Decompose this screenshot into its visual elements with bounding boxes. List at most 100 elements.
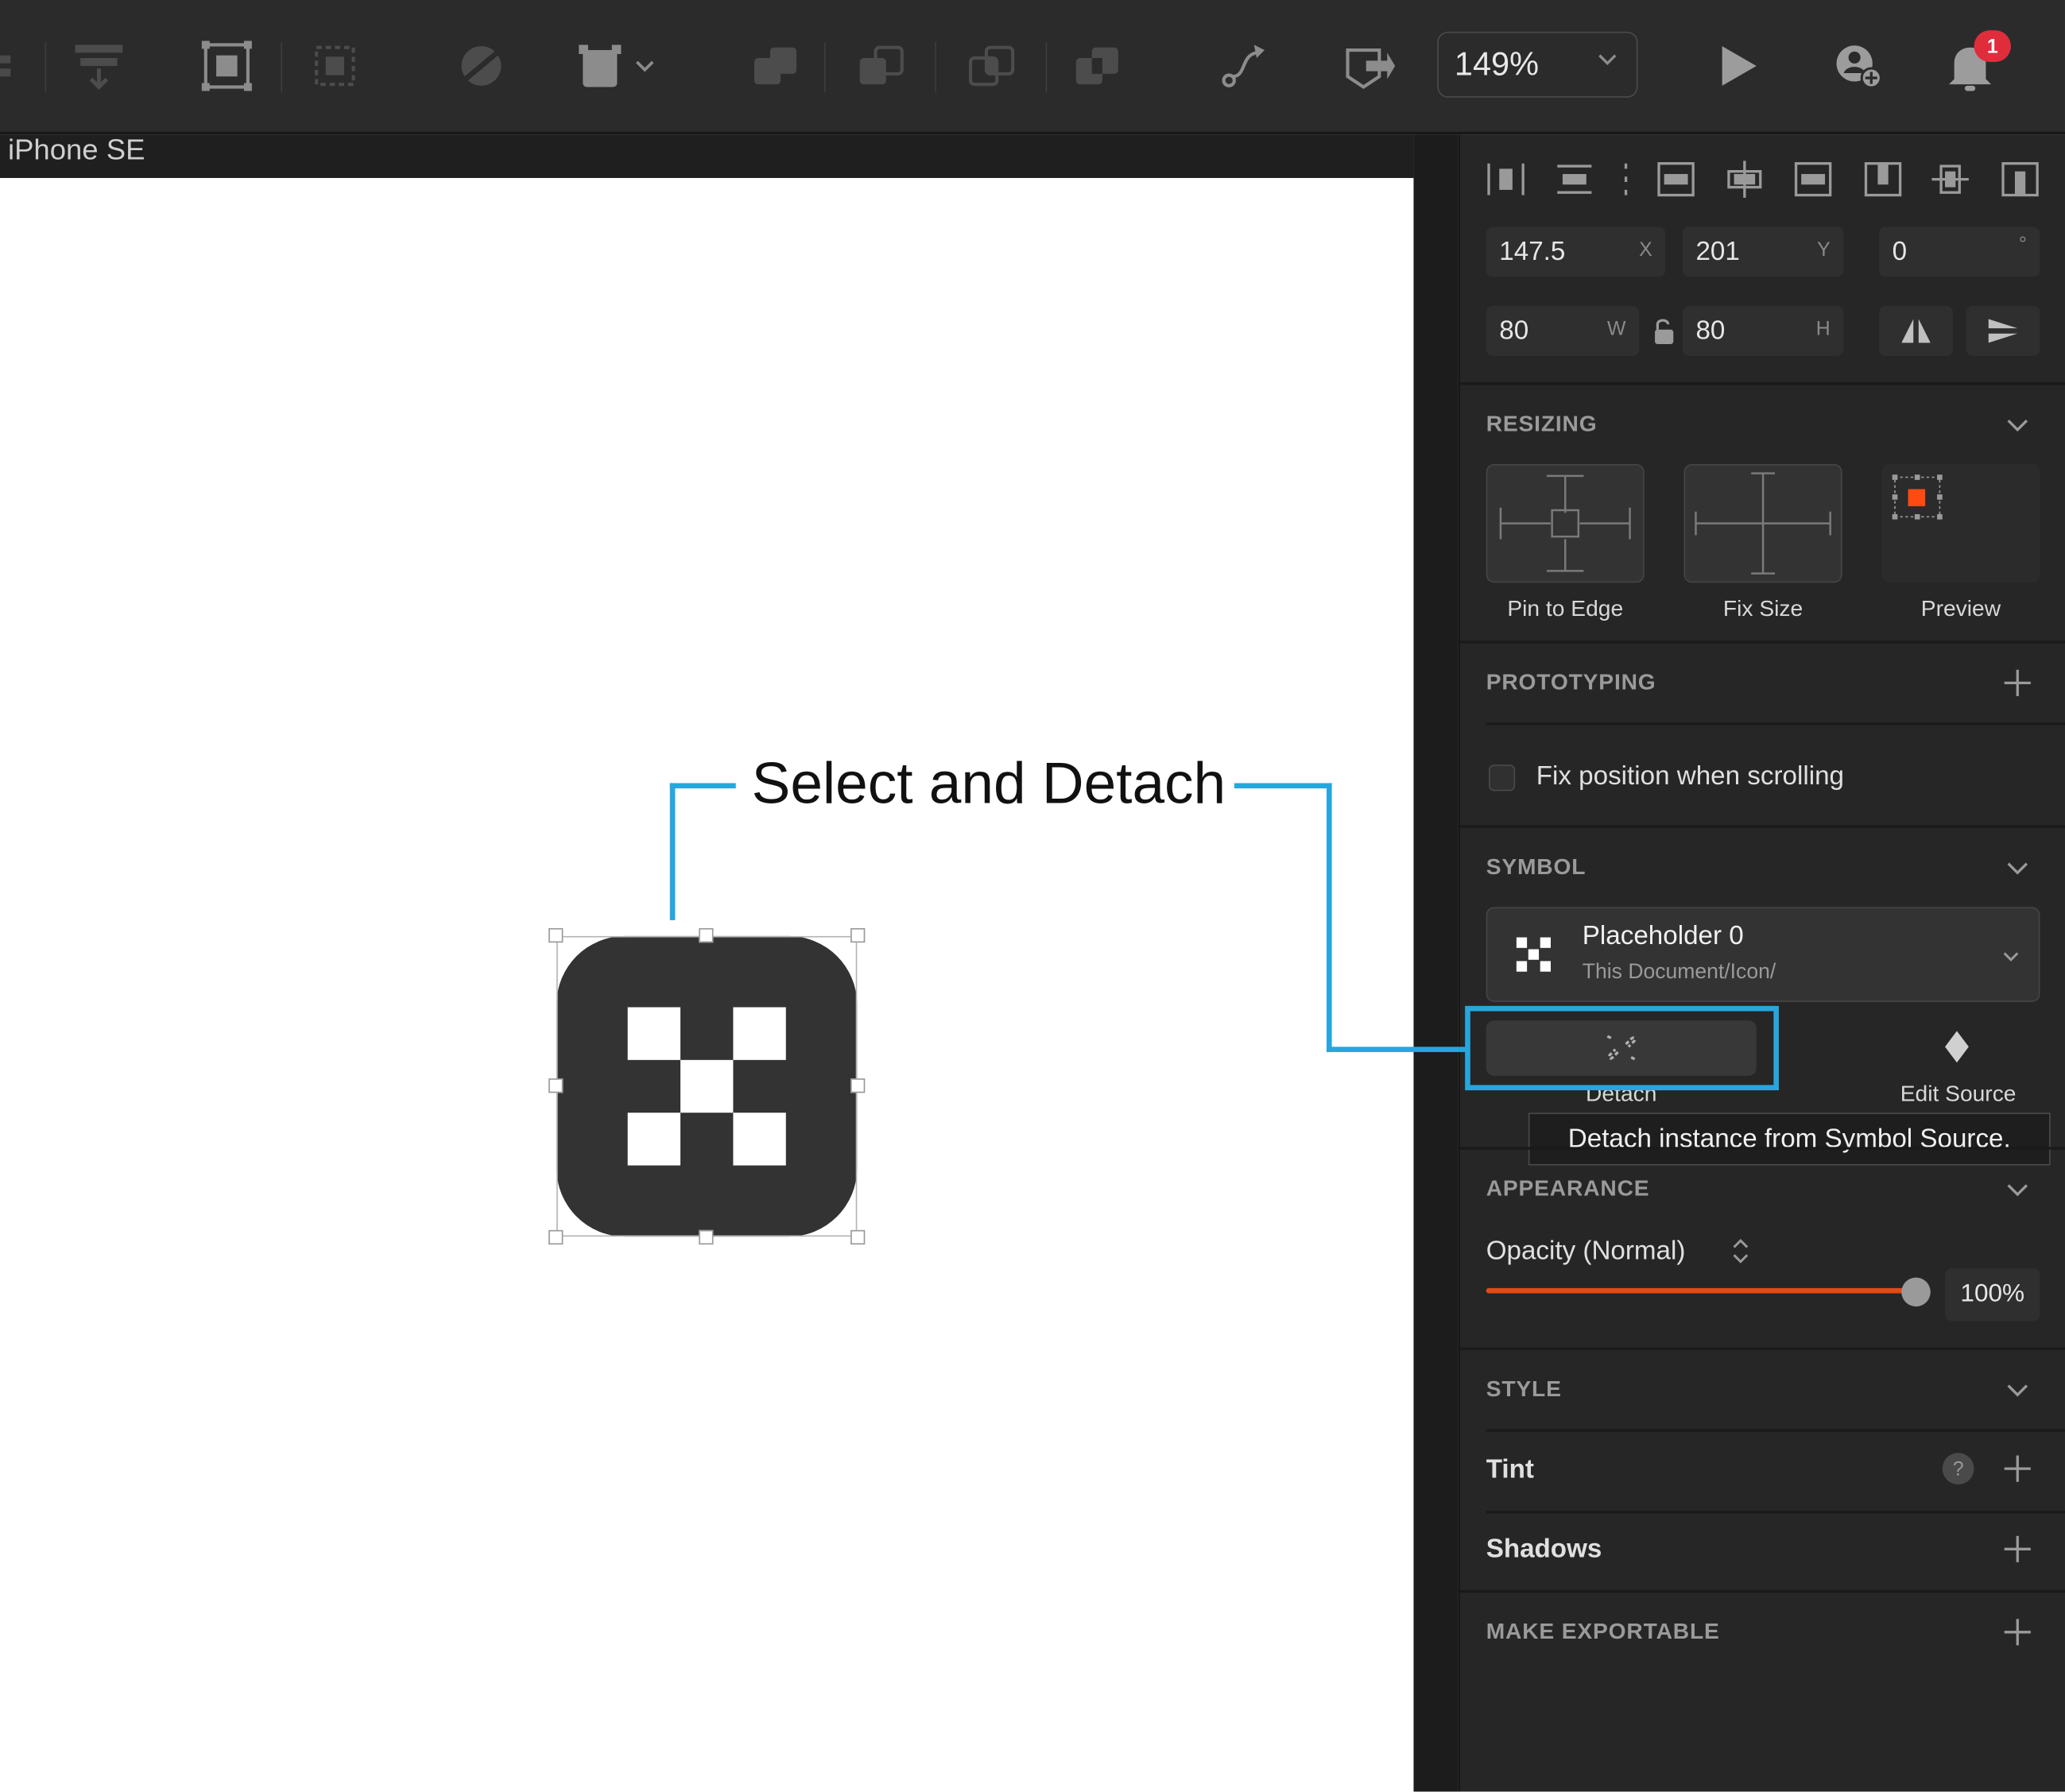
transform-icon[interactable] bbox=[575, 40, 627, 92]
group-icon[interactable] bbox=[200, 40, 253, 92]
callout-line bbox=[1326, 1047, 1466, 1052]
intersect-icon[interactable] bbox=[965, 40, 1017, 92]
subtract-icon[interactable] bbox=[854, 40, 907, 92]
appearance-collapse-button[interactable] bbox=[2003, 1175, 2032, 1203]
rotation-field[interactable]: 0 ° bbox=[1879, 226, 2040, 277]
callout-line bbox=[669, 783, 736, 789]
inspector-panel: 147.5 X 201 Y 0 ° 80 W 80 H RESIZING Pin… bbox=[1458, 134, 2065, 1792]
resize-handle[interactable] bbox=[850, 1078, 866, 1093]
y-value: 201 bbox=[1695, 236, 1740, 266]
artboard-label[interactable]: iPhone SE bbox=[8, 134, 145, 166]
difference-icon[interactable] bbox=[1071, 40, 1123, 92]
resize-handle[interactable] bbox=[699, 1229, 714, 1245]
style-collapse-button[interactable] bbox=[2003, 1375, 2032, 1403]
toolbar-divider bbox=[823, 42, 826, 93]
lock-icon[interactable] bbox=[1649, 316, 1678, 348]
callout-text: Select and Detach bbox=[751, 751, 1226, 816]
export-section-title: MAKE EXPORTABLE bbox=[1486, 1619, 1720, 1644]
alignment-toolbar[interactable] bbox=[1483, 158, 2050, 200]
zoom-dropdown[interactable]: 149% bbox=[1437, 31, 1638, 98]
fix-position-label: Fix position when scrolling bbox=[1536, 761, 1845, 791]
blend-mode-stepper-icon[interactable] bbox=[1731, 1237, 1749, 1265]
symbol-diamond-icon bbox=[1945, 1031, 1969, 1063]
appearance-section-title: APPEARANCE bbox=[1486, 1175, 1650, 1202]
prototyping-add-button[interactable] bbox=[2003, 668, 2032, 697]
zoom-value: 149% bbox=[1454, 45, 1539, 83]
fix-size-button[interactable] bbox=[1683, 463, 1842, 583]
align-distribute-icon[interactable] bbox=[72, 40, 125, 92]
edit-source-button[interactable] bbox=[1881, 1028, 2032, 1070]
plus-icon bbox=[2004, 1455, 2031, 1482]
fix-position-checkbox[interactable] bbox=[1489, 764, 1516, 791]
resize-handle[interactable] bbox=[548, 927, 564, 943]
resizing-preview-icon bbox=[1892, 474, 1943, 520]
plus-icon bbox=[2004, 1535, 2031, 1562]
opacity-slider-track[interactable] bbox=[1486, 1287, 1916, 1294]
toolbar-divider bbox=[45, 42, 47, 93]
pin-to-edge-icon bbox=[1499, 474, 1631, 572]
opacity-label[interactable]: Opacity (Normal) bbox=[1486, 1237, 1686, 1267]
resize-handle[interactable] bbox=[548, 1078, 564, 1093]
width-value: 80 bbox=[1499, 315, 1529, 345]
chevron-down-icon[interactable] bbox=[629, 40, 661, 92]
checker-placeholder-icon bbox=[1516, 937, 1551, 972]
edit-source-label: Edit Source bbox=[1900, 1081, 2017, 1106]
toolbar: 149% 1 bbox=[0, 0, 2065, 135]
chevron-down-icon bbox=[2007, 420, 2028, 432]
flip-vertical-icon bbox=[1988, 319, 2018, 343]
callout-line bbox=[669, 783, 676, 920]
mask-icon[interactable] bbox=[455, 40, 507, 92]
symbol-section-title: SYMBOL bbox=[1486, 854, 1587, 880]
canvas-pasteboard bbox=[1413, 134, 1459, 1792]
prototyping-section-title: PROTOTYPING bbox=[1486, 669, 1656, 695]
help-icon[interactable]: ? bbox=[1942, 1453, 1974, 1485]
app-window: 149% 1 iPhone SE 147.5 X 201 Y 0 ° 80 W … bbox=[0, 0, 2065, 1792]
height-field[interactable]: 80 H bbox=[1682, 305, 1844, 356]
section-divider bbox=[1459, 382, 2065, 385]
section-divider bbox=[1486, 1511, 2065, 1514]
y-unit-label: Y bbox=[1817, 238, 1831, 261]
resize-handle[interactable] bbox=[548, 1229, 564, 1245]
chevron-down-icon bbox=[2007, 1384, 2028, 1397]
rotation-unit-label: ° bbox=[2018, 233, 2027, 256]
detach-tooltip: Detach instance from Symbol Source. bbox=[1528, 1113, 2051, 1166]
union-icon[interactable] bbox=[749, 40, 801, 92]
chevron-down-icon bbox=[2007, 862, 2028, 875]
play-icon[interactable] bbox=[1711, 40, 1764, 92]
tint-add-button[interactable] bbox=[2003, 1454, 2032, 1483]
export-add-button[interactable] bbox=[2003, 1618, 2032, 1647]
preview-label: Preview bbox=[1920, 595, 2001, 621]
symbol-source-dropdown[interactable]: Placeholder 0 This Document/Icon/ bbox=[1486, 907, 2040, 1002]
opacity-value-field[interactable]: 100% bbox=[1945, 1268, 2040, 1322]
resize-handle[interactable] bbox=[850, 1229, 866, 1245]
edit-path-icon[interactable] bbox=[1217, 40, 1269, 92]
opacity-slider-thumb[interactable] bbox=[1901, 1277, 1931, 1307]
toolbar-divider bbox=[281, 42, 283, 93]
shadows-add-button[interactable] bbox=[2003, 1535, 2032, 1563]
flip-horizontal-button[interactable] bbox=[1879, 305, 1953, 356]
resizing-preview bbox=[1881, 463, 2040, 583]
x-position-field[interactable]: 147.5 X bbox=[1486, 226, 1666, 277]
pin-to-edge-button[interactable] bbox=[1486, 463, 1645, 583]
resize-handle[interactable] bbox=[850, 927, 866, 943]
resizing-collapse-button[interactable] bbox=[2003, 410, 2032, 439]
y-position-field[interactable]: 201 Y bbox=[1682, 226, 1844, 277]
section-divider bbox=[1459, 1147, 2065, 1150]
flip-vertical-button[interactable] bbox=[1966, 305, 2040, 356]
symbol-collapse-button[interactable] bbox=[2003, 853, 2032, 881]
width-field[interactable]: 80 W bbox=[1486, 305, 1640, 356]
fix-size-label: Fix Size bbox=[1722, 595, 1803, 621]
section-divider bbox=[1459, 641, 2065, 644]
ungroup-icon[interactable] bbox=[308, 40, 361, 92]
resize-handle[interactable] bbox=[699, 927, 714, 943]
selection-frame bbox=[556, 935, 858, 1237]
add-user-icon[interactable] bbox=[1833, 40, 1885, 92]
chevron-down-icon bbox=[2007, 1184, 2028, 1197]
preview-share-icon[interactable] bbox=[1342, 40, 1396, 92]
symbol-name: Placeholder 0 bbox=[1582, 921, 1744, 951]
chevron-down-icon bbox=[1598, 54, 1617, 65]
toolbar-divider bbox=[1045, 42, 1048, 93]
resizing-section-title: RESIZING bbox=[1486, 411, 1598, 437]
insert-icon[interactable] bbox=[0, 40, 29, 92]
section-divider bbox=[1459, 1347, 2065, 1350]
